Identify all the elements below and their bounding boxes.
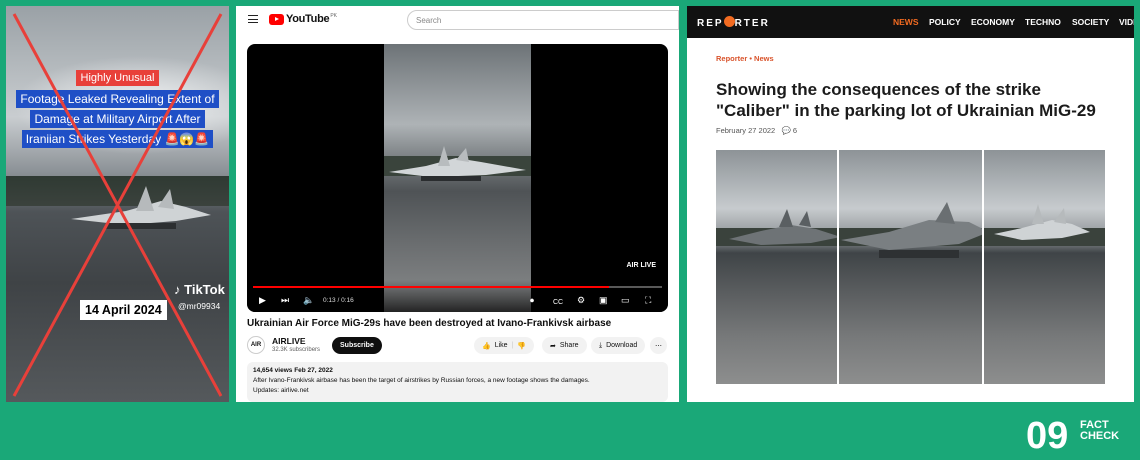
nav-item-policy[interactable]: POLICY <box>929 17 961 27</box>
logo-number: 09 <box>1026 415 1068 454</box>
next-icon[interactable]: ⏭ <box>281 295 289 306</box>
share-button[interactable]: ➦ Share <box>542 337 587 354</box>
like-label: Like <box>494 342 508 349</box>
share-icon: ➦ <box>550 342 556 350</box>
more-icon: ⋯ <box>655 342 662 350</box>
channel-name[interactable]: AIRLIVE <box>272 336 306 346</box>
date-label: 14 April 2024 <box>80 300 167 320</box>
theater-icon[interactable]: ▭ <box>621 295 630 306</box>
settings-icon[interactable]: ⚙ <box>577 295 585 306</box>
video-player[interactable]: AIR LIVE ▶ ⏭ 🔈 0:13 / 0:16 ⏺ CC ⚙ ▣ ▭ ⛶ <box>247 44 668 312</box>
article-meta: February 27 2022 💬 6 <box>716 126 797 135</box>
youtube-screenshot: YouTube PK Search AIR LIVE ▶ ⏭ 🔈 0:13 / … <box>236 6 679 402</box>
youtube-topbar: YouTube PK Search <box>236 6 679 34</box>
menu-icon[interactable] <box>248 15 258 23</box>
like-button[interactable]: 👍 Like | 👎 <box>474 337 535 354</box>
nav-item-video[interactable]: VIDE <box>1119 17 1134 27</box>
more-actions-button[interactable]: ⋯ <box>650 337 667 354</box>
article-photo[interactable] <box>983 150 1105 384</box>
youtube-play-icon <box>269 13 284 25</box>
tiktok-brand: TikTok <box>184 282 225 297</box>
search-input[interactable]: Search <box>407 10 679 30</box>
view-stats: 14,654 views Feb 27, 2022 <box>253 367 333 374</box>
comment-icon[interactable]: 💬 <box>781 126 790 135</box>
jet-image <box>729 209 838 245</box>
article-photos <box>716 150 1105 384</box>
airlive-watermark: AIR LIVE <box>626 262 656 269</box>
fact-check-logo: 09 FACT CHECK <box>1024 410 1136 457</box>
tiktok-username: @mr09934 <box>178 301 221 311</box>
youtube-logo[interactable]: YouTube PK <box>269 13 337 25</box>
description-box[interactable]: 14,654 views Feb 27, 2022 After Ivano-Fr… <box>247 362 668 402</box>
reporter-article-screenshot: REP RTER NEWS POLICY ECONOMY TECHNO SOCIE… <box>687 6 1134 402</box>
fullscreen-icon[interactable]: ⛶ <box>645 295 651 306</box>
logo-mark-icon: 09 <box>1026 415 1068 457</box>
time-display: 0:13 / 0:16 <box>323 297 354 304</box>
subscriber-count: 32.3K subscribers <box>272 347 321 353</box>
player-controls: ▶ ⏭ 🔈 0:13 / 0:16 ⏺ CC ⚙ ▣ ▭ ⛶ <box>247 280 668 312</box>
nav-item-techno[interactable]: TECHNO <box>1025 17 1061 27</box>
captions-icon[interactable]: CC <box>553 299 563 306</box>
tiktok-screenshot: Highly Unusual Footage Leaked Revealing … <box>6 6 229 402</box>
miniplayer-icon[interactable]: ▣ <box>599 295 608 306</box>
channel-avatar[interactable]: AIR <box>247 336 265 354</box>
thumbs-down-icon[interactable]: 👎 <box>517 342 526 350</box>
logo-line: CHECK <box>1080 430 1120 442</box>
youtube-wordmark: YouTube <box>286 13 330 25</box>
logo-wordmark: FACT CHECK <box>1080 420 1119 442</box>
video-frame <box>384 44 531 312</box>
subscribe-button[interactable]: Subscribe <box>332 337 382 354</box>
nav-item-news[interactable]: NEWS <box>893 17 919 27</box>
comment-count: 6 <box>792 126 798 135</box>
autoplay-toggle[interactable]: ⏺ <box>530 296 534 306</box>
logo-part: RTER <box>734 18 770 29</box>
description-text: After Ivano-Frankivsk airbase has been t… <box>253 377 590 384</box>
download-icon: ⤓ <box>599 341 603 349</box>
volume-icon[interactable]: 🔈 <box>303 295 314 306</box>
logo-part: REP <box>697 18 724 29</box>
download-label: Download <box>606 342 638 349</box>
country-code: PK <box>330 13 337 19</box>
description-updates: Updates: airlive.net <box>253 387 309 394</box>
article-date: February 27 2022 <box>716 126 776 135</box>
tiktok-logo: ♪ TikTok <box>174 282 225 297</box>
nav-item-society[interactable]: SOCIETY <box>1072 17 1109 27</box>
article-photo[interactable] <box>839 150 982 384</box>
share-label: Share <box>559 342 579 349</box>
nav-item-economy[interactable]: ECONOMY <box>971 17 1015 27</box>
play-icon[interactable]: ▶ <box>259 295 266 306</box>
logo-o-icon <box>723 16 735 27</box>
thumbs-up-icon: 👍 <box>482 342 491 350</box>
reporter-navbar: REP RTER NEWS POLICY ECONOMY TECHNO SOCIE… <box>687 6 1134 38</box>
video-title: Ukrainian Air Force MiG-29s have been de… <box>247 318 612 329</box>
false-cross-mark <box>12 13 223 397</box>
article-photo[interactable] <box>716 150 838 384</box>
breadcrumb[interactable]: Reporter • News <box>716 54 774 63</box>
reporter-logo[interactable]: REP RTER <box>697 16 770 29</box>
progress-bar[interactable] <box>253 286 662 288</box>
download-button[interactable]: ⤓ Download <box>591 337 646 354</box>
jet-image <box>841 202 982 258</box>
jet-image <box>389 146 526 181</box>
jet-image <box>993 204 1090 240</box>
article-title: Showing the consequences of the strike "… <box>716 80 1096 120</box>
